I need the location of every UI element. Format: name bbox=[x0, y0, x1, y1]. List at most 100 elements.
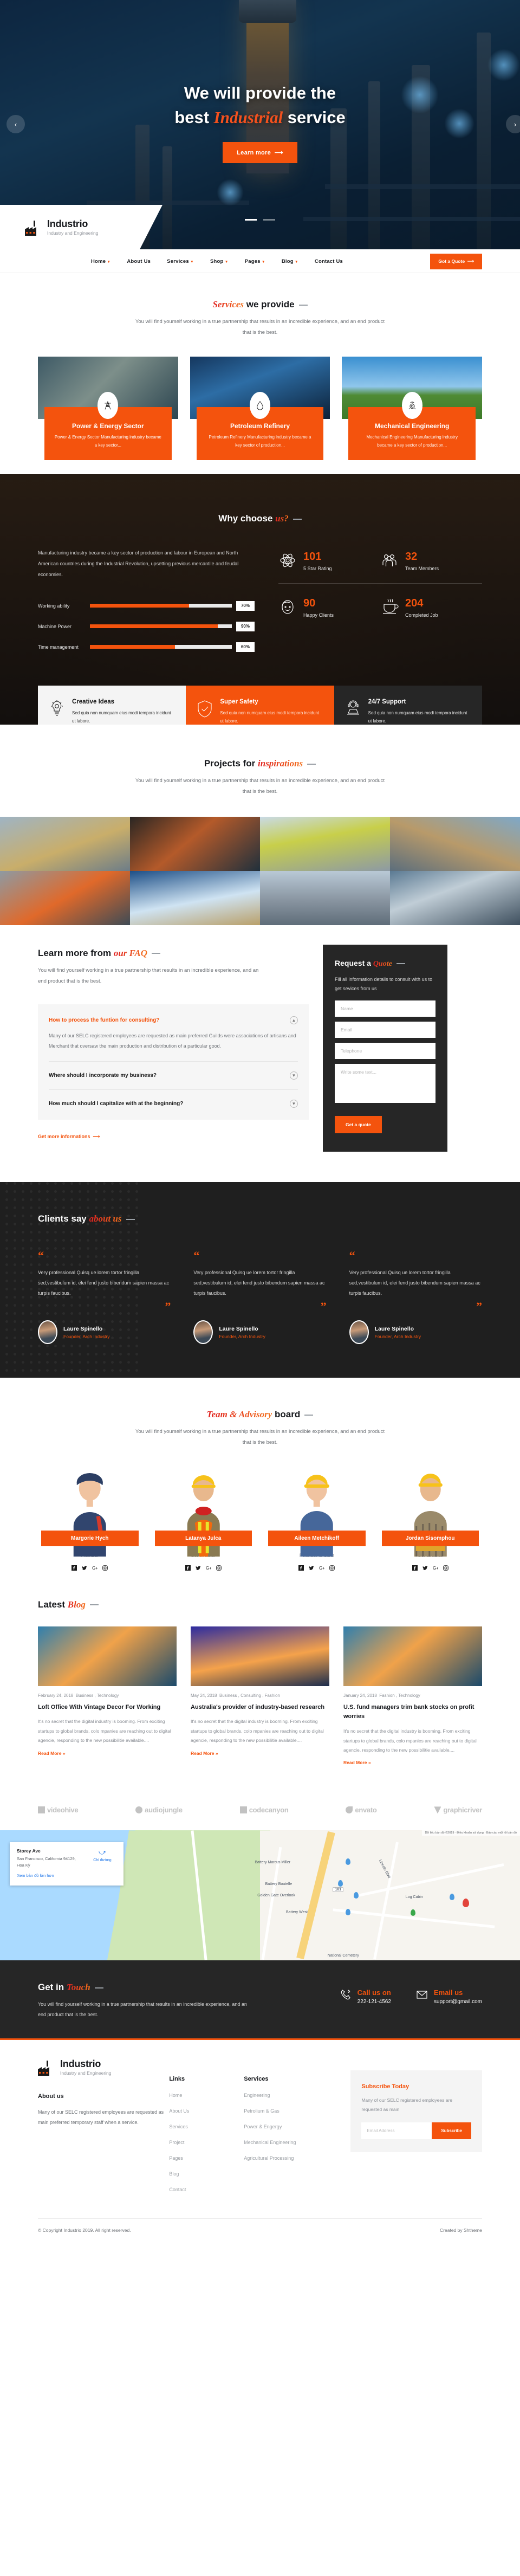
brand-logo-videohive[interactable]: videohive bbox=[38, 1806, 79, 1814]
quote-name-input[interactable] bbox=[335, 1000, 435, 1017]
footer-service-agricultural-processing[interactable]: Agricultural Processing bbox=[244, 2155, 294, 2161]
team-member[interactable]: Latanya Julca Constractor G+ bbox=[151, 1470, 255, 1571]
footer-service-power-energy[interactable]: Power & Engergy bbox=[244, 2124, 282, 2129]
map-pin[interactable] bbox=[353, 1892, 359, 1899]
footer-link-blog[interactable]: Blog bbox=[169, 2171, 179, 2177]
service-card[interactable]: Petroleum Refinery Petroleum Refinery Ma… bbox=[190, 356, 330, 461]
faq-item[interactable]: How much should I capitalize with at the… bbox=[49, 1090, 298, 1118]
testimonial-role: Founder, Arch Industry bbox=[63, 1333, 110, 1339]
nav-item-services[interactable]: Services ▼ bbox=[167, 259, 194, 264]
footer-link-contact[interactable]: Contact bbox=[169, 2187, 186, 2192]
service-desc: Petroleum Refinery Manufacturing industr… bbox=[209, 434, 311, 448]
services-title: Services we provide bbox=[38, 299, 482, 310]
nav-item-pages[interactable]: Pages ▼ bbox=[245, 259, 265, 264]
footer-link-pages[interactable]: Pages bbox=[169, 2155, 183, 2161]
facebook-icon[interactable] bbox=[72, 1564, 77, 1571]
hero-prev-arrow[interactable]: ‹ bbox=[6, 115, 25, 133]
footer-link-project[interactable]: Project bbox=[169, 2140, 184, 2145]
blog-post-card[interactable]: May 24, 2018 Business , Consulting , Fas… bbox=[191, 1626, 329, 1767]
brand-logo-codecanyon[interactable]: codecanyon bbox=[239, 1806, 289, 1814]
google-plus-icon[interactable]: G+ bbox=[319, 1564, 325, 1571]
chevron-down-icon[interactable]: ▼ bbox=[290, 1071, 298, 1080]
faq-item[interactable]: How to process the funtion for consultin… bbox=[49, 1006, 298, 1062]
map-section[interactable]: Battery Marcus Miller Battery Boutelle G… bbox=[0, 1830, 520, 1961]
quote-message-textarea[interactable] bbox=[335, 1064, 435, 1103]
project-thumbnail[interactable] bbox=[130, 870, 260, 925]
project-thumbnail[interactable] bbox=[260, 816, 390, 871]
blog-read-more-link[interactable]: Read More » bbox=[38, 1751, 66, 1756]
skill-label: Working ability bbox=[38, 603, 70, 609]
blog-read-more-link[interactable]: Read More » bbox=[191, 1751, 218, 1756]
google-plus-icon[interactable]: G+ bbox=[92, 1564, 98, 1571]
twitter-icon[interactable] bbox=[82, 1564, 87, 1570]
brand-logo-graphicriver[interactable]: graphicriver bbox=[434, 1806, 482, 1814]
footer-link-services[interactable]: Services bbox=[169, 2124, 188, 2129]
project-thumbnail[interactable] bbox=[130, 816, 260, 871]
map-directions-button[interactable]: ⤻ Chỉ đường bbox=[88, 1848, 116, 1879]
quote-telephone-input[interactable] bbox=[335, 1043, 435, 1060]
contact-email[interactable]: Email us support@gmail.com bbox=[416, 1989, 482, 2005]
nav-item-shop[interactable]: Shop ▼ bbox=[210, 259, 229, 264]
subscribe-email-input[interactable] bbox=[361, 2122, 432, 2140]
hero-dot-1[interactable] bbox=[244, 219, 257, 221]
instagram-icon[interactable] bbox=[102, 1564, 108, 1571]
feature-card-super-safety[interactable]: Super Safety Sed quia non numquam eius m… bbox=[186, 685, 334, 725]
project-thumbnail[interactable] bbox=[260, 870, 390, 925]
facebook-icon[interactable] bbox=[298, 1564, 304, 1571]
contact-phone[interactable]: Call us on 222-121-4562 bbox=[340, 1989, 391, 2005]
footer-service-mechanical-engineering[interactable]: Mechanical Engineering bbox=[244, 2140, 296, 2145]
nav-item-home[interactable]: Home ▼ bbox=[91, 259, 110, 264]
map-view-larger-link[interactable]: Xem bản đồ lớn hơn bbox=[17, 1873, 54, 1878]
map-pin[interactable] bbox=[338, 1880, 343, 1887]
brand-logo-envato[interactable]: envato bbox=[346, 1806, 377, 1814]
twitter-icon[interactable] bbox=[422, 1564, 428, 1570]
list-item: Home bbox=[169, 2090, 244, 2100]
footer-service-petrolium-gas[interactable]: Petrolium & Gas bbox=[244, 2108, 280, 2114]
quote-email-input[interactable] bbox=[335, 1022, 435, 1038]
google-plus-icon[interactable]: G+ bbox=[206, 1564, 212, 1571]
blog-read-more-link[interactable]: Read More » bbox=[343, 1760, 371, 1765]
service-card[interactable]: Mechanical Engineering Mechanical Engine… bbox=[342, 356, 483, 461]
chevron-up-icon[interactable]: ▲ bbox=[290, 1016, 298, 1024]
hero-learn-more-button[interactable]: Learn more ⟶ bbox=[223, 141, 297, 163]
team-member[interactable]: Margorie Hych Plumber G+ bbox=[38, 1470, 142, 1571]
twitter-icon[interactable] bbox=[195, 1564, 201, 1570]
hero-dot-2[interactable] bbox=[263, 219, 276, 221]
project-thumbnail[interactable] bbox=[0, 870, 130, 925]
facebook-icon[interactable] bbox=[412, 1564, 418, 1571]
blog-post-card[interactable]: February 24, 2018 Business , Technology … bbox=[38, 1626, 177, 1767]
nav-item-blog[interactable]: Blog ▼ bbox=[282, 259, 298, 264]
twitter-icon[interactable] bbox=[309, 1564, 314, 1570]
feature-card-support[interactable]: 24/7 Support Sed quia non numquam eius m… bbox=[334, 685, 482, 725]
instagram-icon[interactable] bbox=[329, 1564, 335, 1571]
instagram-icon[interactable] bbox=[216, 1564, 222, 1571]
footer-service-engineering[interactable]: Engineering bbox=[244, 2093, 270, 2098]
faq-item[interactable]: Where should I incorporate my business? … bbox=[49, 1062, 298, 1090]
chevron-down-icon[interactable]: ▼ bbox=[290, 1099, 298, 1108]
get-a-quote-button[interactable]: Got a Quote ⟶ bbox=[430, 253, 482, 269]
brand-logo[interactable]: Industrio Industry and Engineering bbox=[25, 218, 99, 236]
faq-more-link[interactable]: Get more informations ⟶ bbox=[38, 1134, 100, 1140]
nav-item-contact-us[interactable]: Contact Us bbox=[315, 259, 343, 264]
brand-logo-audiojungle[interactable]: audiojungle bbox=[135, 1806, 183, 1814]
project-thumbnail[interactable] bbox=[0, 816, 130, 871]
project-thumbnail[interactable] bbox=[390, 870, 520, 925]
nav-item-about-us[interactable]: About Us bbox=[127, 259, 151, 264]
instagram-icon[interactable] bbox=[443, 1564, 448, 1571]
blog-post-card[interactable]: January 24, 2018 Fashion , Technology U.… bbox=[343, 1626, 482, 1767]
footer-link-about-us[interactable]: About Us bbox=[169, 2108, 189, 2114]
skill-track bbox=[90, 645, 232, 649]
get-a-quote-submit-button[interactable]: Get a quote bbox=[335, 1116, 382, 1134]
blog-post-title: Loft Office With Vintage Decor For Worki… bbox=[38, 1703, 161, 1710]
service-card[interactable]: Power & Energy Sector Power & Energy Sec… bbox=[38, 356, 178, 461]
team-member[interactable]: Jordan Sisomphou Constractor G+ bbox=[378, 1470, 482, 1571]
footer-link-home[interactable]: Home bbox=[169, 2093, 182, 2098]
facebook-icon[interactable] bbox=[185, 1564, 191, 1571]
google-plus-icon[interactable]: G+ bbox=[433, 1564, 439, 1571]
footer-brand-logo[interactable]: Industrio Industry and Engineering bbox=[38, 2058, 169, 2076]
hero-next-arrow[interactable]: › bbox=[506, 115, 520, 133]
feature-card-creative-ideas[interactable]: Creative Ideas Sed quia non numquam eius… bbox=[38, 685, 186, 725]
team-member[interactable]: Aileen Metchikoff Founder & CEO G+ bbox=[265, 1470, 369, 1571]
subscribe-button[interactable]: Subscribe bbox=[432, 2122, 471, 2140]
project-thumbnail[interactable] bbox=[390, 816, 520, 871]
